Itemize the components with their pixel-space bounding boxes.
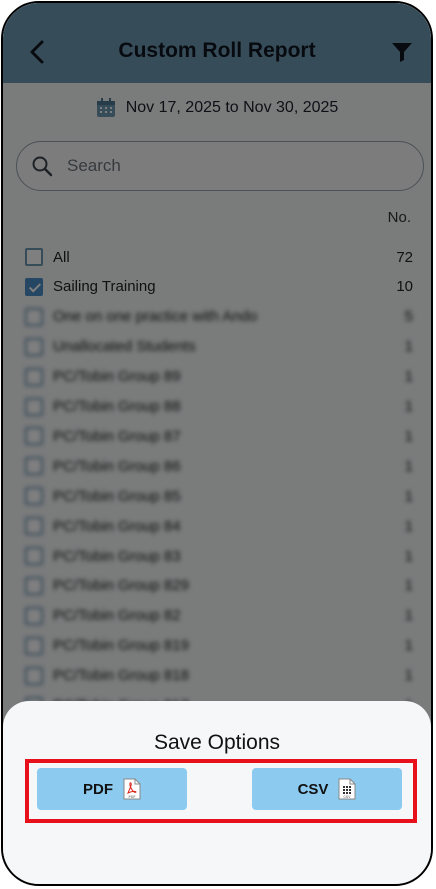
phone-frame: Custom Roll Report Nov 17, 2025 to Nov 3… [1,1,433,886]
app-screen: Custom Roll Report Nov 17, 2025 to Nov 3… [3,3,431,884]
annotation-highlight-box [25,759,417,823]
sheet-title: Save Options [153,731,281,754]
